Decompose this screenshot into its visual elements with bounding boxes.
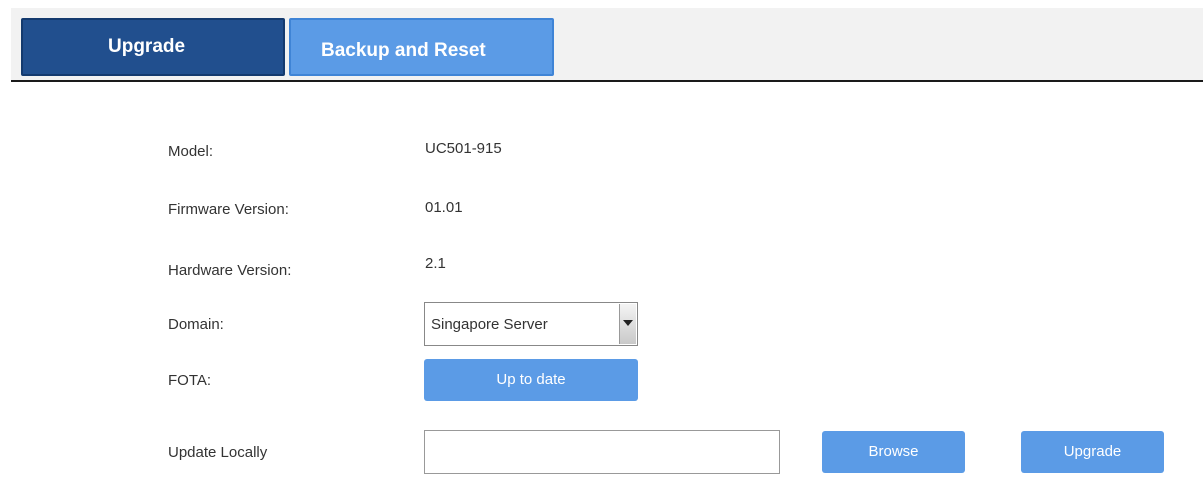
domain-label: Domain:: [168, 316, 224, 333]
file-path-input[interactable]: [424, 430, 780, 474]
domain-selected-value: Singapore Server: [431, 316, 548, 333]
domain-select[interactable]: Singapore Server: [424, 302, 638, 346]
firmware-version-label: Firmware Version:: [168, 201, 289, 218]
hardware-version-value: 2.1: [425, 255, 446, 272]
browse-button[interactable]: Browse: [822, 431, 965, 473]
upgrade-form: Model: UC501-915 Firmware Version: 01.01…: [0, 0, 1203, 500]
model-value: UC501-915: [425, 140, 502, 157]
fota-up-to-date-button[interactable]: Up to date: [424, 359, 638, 401]
chevron-down-icon[interactable]: [619, 304, 636, 344]
update-locally-label: Update Locally: [168, 444, 268, 461]
firmware-version-value: 01.01: [425, 199, 463, 216]
hardware-version-label: Hardware Version:: [168, 262, 292, 279]
model-label: Model:: [168, 143, 214, 160]
fota-label: FOTA:: [168, 372, 212, 389]
upgrade-button[interactable]: Upgrade: [1021, 431, 1164, 473]
